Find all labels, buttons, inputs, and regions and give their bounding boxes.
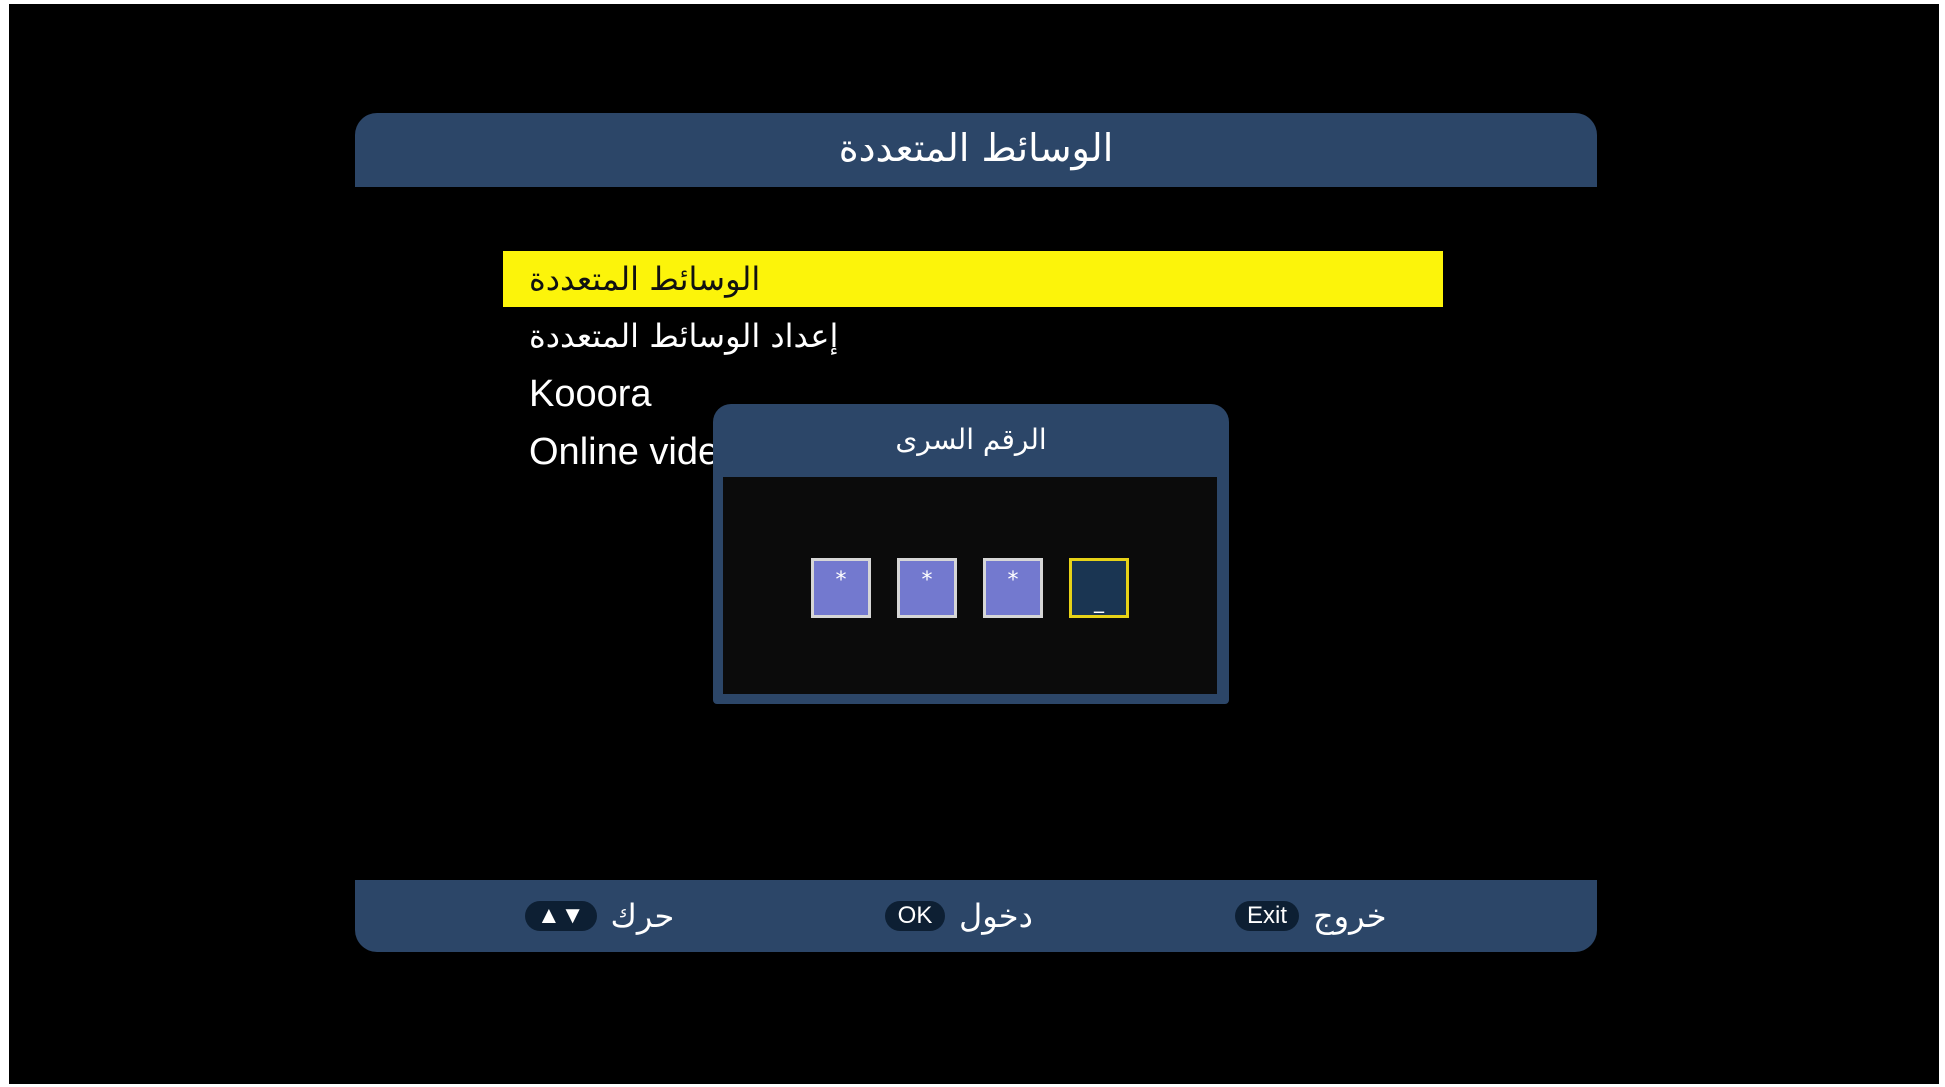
footer-bar: ▲▼ حرك OK دخول Exit خروج (355, 880, 1597, 952)
hint-label-exit: خروج (1313, 897, 1387, 935)
footer-hint-exit: Exit خروج (1235, 880, 1387, 952)
page-title: الوسائط المتعددة (838, 126, 1114, 170)
pin-digit-box[interactable]: * (811, 558, 871, 618)
pin-dialog-title: الرقم السرى (895, 422, 1047, 456)
pin-digit-box[interactable]: * (897, 558, 957, 618)
pin-dialog-body: * * * _ (723, 477, 1217, 694)
menu-item-label: إعداد الوسائط المتعددة (529, 317, 839, 355)
menu-item-multimedia-settings[interactable]: إعداد الوسائط المتعددة (503, 308, 1443, 364)
header-bar: الوسائط المتعددة (355, 113, 1597, 187)
exit-key-icon: Exit (1235, 901, 1300, 931)
menu-item-multimedia[interactable]: الوسائط المتعددة (503, 251, 1443, 307)
tv-screen: الوسائط المتعددة الوسائط المتعددة إعداد … (9, 4, 1939, 1084)
up-down-arrows-icon: ▲▼ (525, 901, 597, 931)
pin-digit-box[interactable]: * (983, 558, 1043, 618)
hint-label-enter: دخول (959, 897, 1033, 935)
pin-dialog: الرقم السرى * * * _ (713, 404, 1229, 704)
menu-item-label: Kooora (529, 372, 652, 415)
pin-digit-box-active[interactable]: _ (1069, 558, 1129, 618)
footer-hint-move: ▲▼ حرك (525, 880, 674, 952)
footer-hint-ok: OK دخول (885, 880, 1033, 952)
hint-label-move: حرك (610, 897, 675, 935)
menu-item-label: الوسائط المتعددة (529, 260, 761, 298)
ok-key-icon: OK (885, 901, 945, 931)
menu-item-label: Online vide (529, 430, 720, 473)
